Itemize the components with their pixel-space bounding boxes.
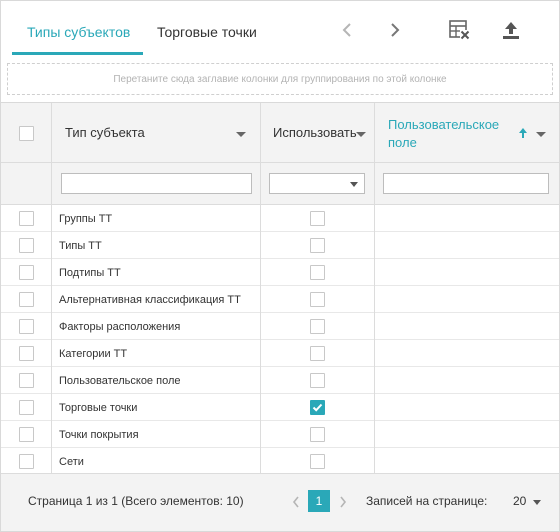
table-row[interactable]: Сети xyxy=(1,448,559,475)
use-checkbox[interactable] xyxy=(310,238,325,253)
column-header-use[interactable]: Использовать xyxy=(273,124,357,142)
group-drop-zone[interactable]: Перетаните сюда заглавие колонки для гру… xyxy=(7,63,553,95)
column-header-custom-line1[interactable]: Пользовательское xyxy=(388,116,499,134)
row-select-checkbox[interactable] xyxy=(19,292,34,307)
use-checkbox[interactable] xyxy=(310,400,325,415)
grid-panel: Типы субъектов Торговые точки Перетаните… xyxy=(0,0,560,532)
use-checkbox[interactable] xyxy=(310,265,325,280)
chevron-down-icon[interactable] xyxy=(236,132,246,137)
column-divider xyxy=(260,103,261,474)
excel-export-icon[interactable] xyxy=(447,17,473,43)
tabs-bar: Типы субъектов Торговые точки xyxy=(1,1,559,57)
row-select-checkbox[interactable] xyxy=(19,211,34,226)
use-filter-select[interactable] xyxy=(269,173,365,194)
row-select-checkbox[interactable] xyxy=(19,454,34,469)
row-label: Категории ТТ xyxy=(59,348,128,360)
row-select-checkbox[interactable] xyxy=(19,400,34,415)
page-size-label: Записей на странице: xyxy=(366,494,488,508)
row-select-checkbox[interactable] xyxy=(19,373,34,388)
chevron-right-icon[interactable] xyxy=(337,494,349,510)
use-checkbox[interactable] xyxy=(310,454,325,469)
row-label: Точки покрытия xyxy=(59,429,139,441)
pager-info: Страница 1 из 1 (Всего элементов: 10) xyxy=(28,494,244,508)
column-divider xyxy=(51,103,52,474)
column-header-custom-line2[interactable]: поле xyxy=(388,134,417,152)
use-checkbox[interactable] xyxy=(310,292,325,307)
column-divider xyxy=(374,103,375,474)
row-label: Группы ТТ xyxy=(59,213,113,225)
table-row[interactable]: Категории ТТ xyxy=(1,340,559,367)
use-checkbox[interactable] xyxy=(310,346,325,361)
table-row[interactable]: Группы ТТ xyxy=(1,205,559,232)
pager: Страница 1 из 1 (Всего элементов: 10) 1 … xyxy=(1,473,559,531)
type-filter-input[interactable] xyxy=(61,173,252,194)
row-label: Факторы расположения xyxy=(59,321,181,333)
table-row[interactable]: Торговые точки xyxy=(1,394,559,421)
tab-subject-types[interactable]: Типы субъектов xyxy=(27,23,130,41)
filter-row xyxy=(1,163,559,205)
column-header-type[interactable]: Тип субъекта xyxy=(65,124,145,142)
row-label: Сети xyxy=(59,456,84,468)
chevron-down-icon xyxy=(350,182,358,187)
table-row[interactable]: Факторы расположения xyxy=(1,313,559,340)
use-checkbox[interactable] xyxy=(310,211,325,226)
table-row[interactable]: Точки покрытия xyxy=(1,421,559,448)
sort-ascending-icon[interactable] xyxy=(518,126,528,144)
row-select-checkbox[interactable] xyxy=(19,346,34,361)
tab-trade-points[interactable]: Торговые точки xyxy=(157,23,257,41)
row-label: Типы ТТ xyxy=(59,240,102,252)
upload-icon[interactable] xyxy=(498,17,524,43)
select-all-checkbox[interactable] xyxy=(19,126,34,141)
use-checkbox[interactable] xyxy=(310,319,325,334)
group-drop-hint: Перетаните сюда заглавие колонки для гру… xyxy=(113,73,447,85)
use-checkbox[interactable] xyxy=(310,427,325,442)
table-row[interactable]: Типы ТТ xyxy=(1,232,559,259)
chevron-down-icon[interactable] xyxy=(536,132,546,137)
chevron-right-icon[interactable] xyxy=(384,19,406,41)
active-tab-indicator xyxy=(12,52,143,55)
chevron-down-icon[interactable] xyxy=(356,132,366,137)
use-checkbox[interactable] xyxy=(310,373,325,388)
custom-filter-input[interactable] xyxy=(383,173,549,194)
row-label: Подтипы ТТ xyxy=(59,267,121,279)
row-label: Пользовательское поле xyxy=(59,375,181,387)
row-select-checkbox[interactable] xyxy=(19,265,34,280)
row-label: Торговые точки xyxy=(59,402,138,414)
row-select-checkbox[interactable] xyxy=(19,319,34,334)
row-select-checkbox[interactable] xyxy=(19,427,34,442)
table-row[interactable]: Пользовательское поле xyxy=(1,367,559,394)
row-select-checkbox[interactable] xyxy=(19,238,34,253)
grid-header: Тип субъекта Использовать Пользовательск… xyxy=(1,103,559,163)
chevron-down-icon[interactable] xyxy=(533,500,541,505)
chevron-left-icon[interactable] xyxy=(290,494,302,510)
row-label: Альтернативная классификация ТТ xyxy=(59,294,241,306)
page-size-select[interactable]: 20 xyxy=(513,494,526,508)
table-row[interactable]: Альтернативная классификация ТТ xyxy=(1,286,559,313)
table-row[interactable]: Подтипы ТТ xyxy=(1,259,559,286)
chevron-left-icon[interactable] xyxy=(336,19,358,41)
page-button-current[interactable]: 1 xyxy=(308,490,330,512)
checkmark-icon xyxy=(312,403,323,412)
data-grid: Тип субъекта Использовать Пользовательск… xyxy=(1,102,559,475)
